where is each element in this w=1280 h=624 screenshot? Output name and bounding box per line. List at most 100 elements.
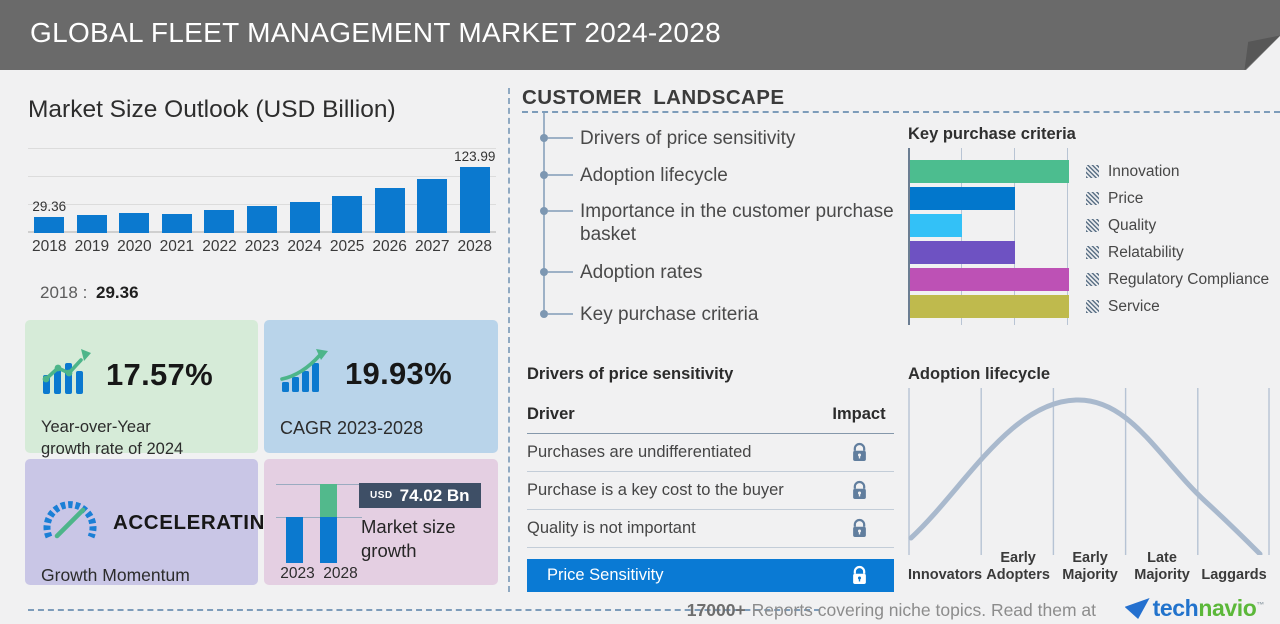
table-header: Driver Impact [527, 405, 894, 434]
legend-row: Quality [1086, 214, 1280, 237]
technavio-logo[interactable]: technavio™ [1124, 595, 1264, 622]
list-bullet-dot [540, 268, 548, 276]
usd-value-badge: USD 74.02 Bn [359, 483, 481, 508]
chart-legend: Innovation Price Quality Relatability Regula… [1086, 148, 1280, 318]
year-label: 2021 [159, 238, 195, 255]
legend-row: Service [1086, 295, 1280, 318]
cagr-curve-icon [280, 348, 332, 399]
bar-2020 [119, 213, 150, 233]
bar-cell: 29.36 [28, 148, 71, 233]
drivers-of-price-sensitivity: Drivers of price sensitivity Driver Impa… [527, 365, 894, 592]
bar-2018: 29.36 [32, 199, 66, 233]
bar-cell [326, 148, 369, 233]
customer-landscape-item: Adoption rates [580, 262, 703, 283]
lock-icon [852, 442, 866, 461]
cagr-label: CAGR 2023-2028 [280, 418, 424, 438]
page-title: GLOBAL FLEET MANAGEMENT MARKET 2024-2028 [30, 17, 721, 48]
bar-cell [411, 148, 454, 233]
lock-icon [852, 565, 866, 584]
year-label: 2028 [457, 238, 492, 255]
market-growth-label: Market size growth [361, 516, 456, 562]
year-label: 2019 [74, 238, 110, 255]
customer-landscape-item: Drivers of price sensitivity [580, 128, 796, 149]
legend-row: Regulatory Compliance [1086, 268, 1280, 291]
driver-label: Quality is not important [527, 519, 696, 537]
bar-cell [156, 148, 199, 233]
yoy-growth-label: Year-over-Year growth rate of 2024 [41, 418, 184, 459]
driver-row: Quality is not important [527, 510, 894, 548]
list-bullet-dot [540, 207, 548, 215]
legend-hatch-swatch [1086, 219, 1099, 232]
year-label: 2024 [287, 238, 322, 255]
legend-label: Quality [1108, 216, 1157, 234]
amount-value: 74.02 Bn [399, 485, 470, 505]
legend-row: Relatability [1086, 241, 1280, 264]
driver-row: Purchases are undifferentiated [527, 434, 894, 472]
year-label: 2022 [202, 238, 237, 255]
logo-trademark: ™ [1256, 600, 1264, 610]
vertical-dashed-separator [508, 88, 510, 592]
market-size-title: Market Size Outlook (USD Billion) [28, 96, 396, 123]
mini-growth-chart [276, 479, 362, 563]
logo-tech-text: tech [1152, 595, 1199, 621]
column-impact: Impact [832, 405, 886, 423]
bar-growth-icon [41, 348, 93, 401]
legend-hatch-swatch [1086, 165, 1099, 178]
momentum-value: ACCELERATING [113, 510, 282, 534]
bar-series: 29.36 123.99 [28, 148, 496, 233]
bar-2026 [374, 188, 405, 233]
mini-chart-years: 2023 2028 [276, 565, 362, 583]
legend-row: Innovation [1086, 160, 1280, 183]
market-growth-card: 2023 2028 USD 74.02 Bn Market size growt… [264, 459, 498, 585]
bar-2024 [289, 202, 320, 233]
bar-2021 [161, 214, 192, 233]
note-value: 29.36 [96, 283, 139, 302]
lifecycle-stage-label: Early Majority [1062, 549, 1118, 583]
adoption-lifecycle-chart [908, 388, 1270, 557]
bar-cell [71, 148, 114, 233]
year-label: 2027 [414, 238, 450, 255]
market-size-bar-chart: 29.36 123.99 [28, 148, 496, 233]
bar-value-label: 123.99 [454, 149, 496, 164]
criteria-bar-relatability [910, 241, 1015, 264]
lifecycle-stage-label: Late Majority [1134, 549, 1190, 583]
mini-year-2023: 2023 [280, 565, 315, 582]
column-driver: Driver [527, 405, 575, 423]
footer-text: 17000+ Reports covering niche topics. Rea… [687, 600, 1096, 621]
note-year: 2018 [40, 283, 78, 302]
footer-tagline: Reports covering niche topics. Read them… [751, 600, 1096, 620]
bar-2025 [332, 196, 363, 233]
customer-landscape-title: CUSTOMER LANDSCAPE [522, 86, 785, 109]
bar-cell [368, 148, 411, 233]
yoy-growth-card: 17.57% Year-over-Year growth rate of 202… [25, 320, 258, 458]
list-connector-line [548, 137, 573, 139]
lifecycle-stage-label: Early Adopters [986, 549, 1050, 583]
legend-hatch-swatch [1086, 300, 1099, 313]
report-count: 17000+ [686, 600, 746, 620]
list-connector-line [548, 210, 573, 212]
impact-cell [824, 480, 894, 501]
list-connector-line [548, 313, 573, 315]
stat-cards: 17.57% Year-over-Year growth rate of 202… [25, 320, 498, 585]
bar-cell [283, 148, 326, 233]
driver-label: Purchases are undifferentiated [527, 443, 752, 461]
criteria-bar-quality [910, 214, 962, 237]
market-size-note: 2018 : 29.36 [40, 283, 139, 303]
x-axis-labels: 2018 2019 2020 2021 2022 2023 2024 2025 2026 2027… [28, 238, 496, 256]
key-purchase-criteria-title: Key purchase criteria [908, 125, 1076, 143]
list-bullet-dot [540, 134, 548, 142]
mini-year-2028: 2028 [323, 565, 358, 582]
bar-2023 [286, 517, 303, 563]
momentum-label: Growth Momentum [41, 565, 190, 585]
gridline [276, 484, 362, 485]
momentum-card: ACCELERATING Growth Momentum [25, 459, 281, 585]
bar-2028: 123.99 [454, 149, 495, 233]
bar-2019 [76, 215, 107, 233]
dashed-underline [522, 111, 1280, 113]
drivers-table-title: Drivers of price sensitivity [527, 365, 734, 383]
yoy-growth-value: 17.57% [106, 356, 213, 392]
bell-curve [908, 397, 1263, 557]
list-connector-line [548, 174, 573, 176]
customer-landscape-item: Adoption lifecycle [580, 165, 728, 186]
year-label: 2025 [329, 238, 365, 255]
